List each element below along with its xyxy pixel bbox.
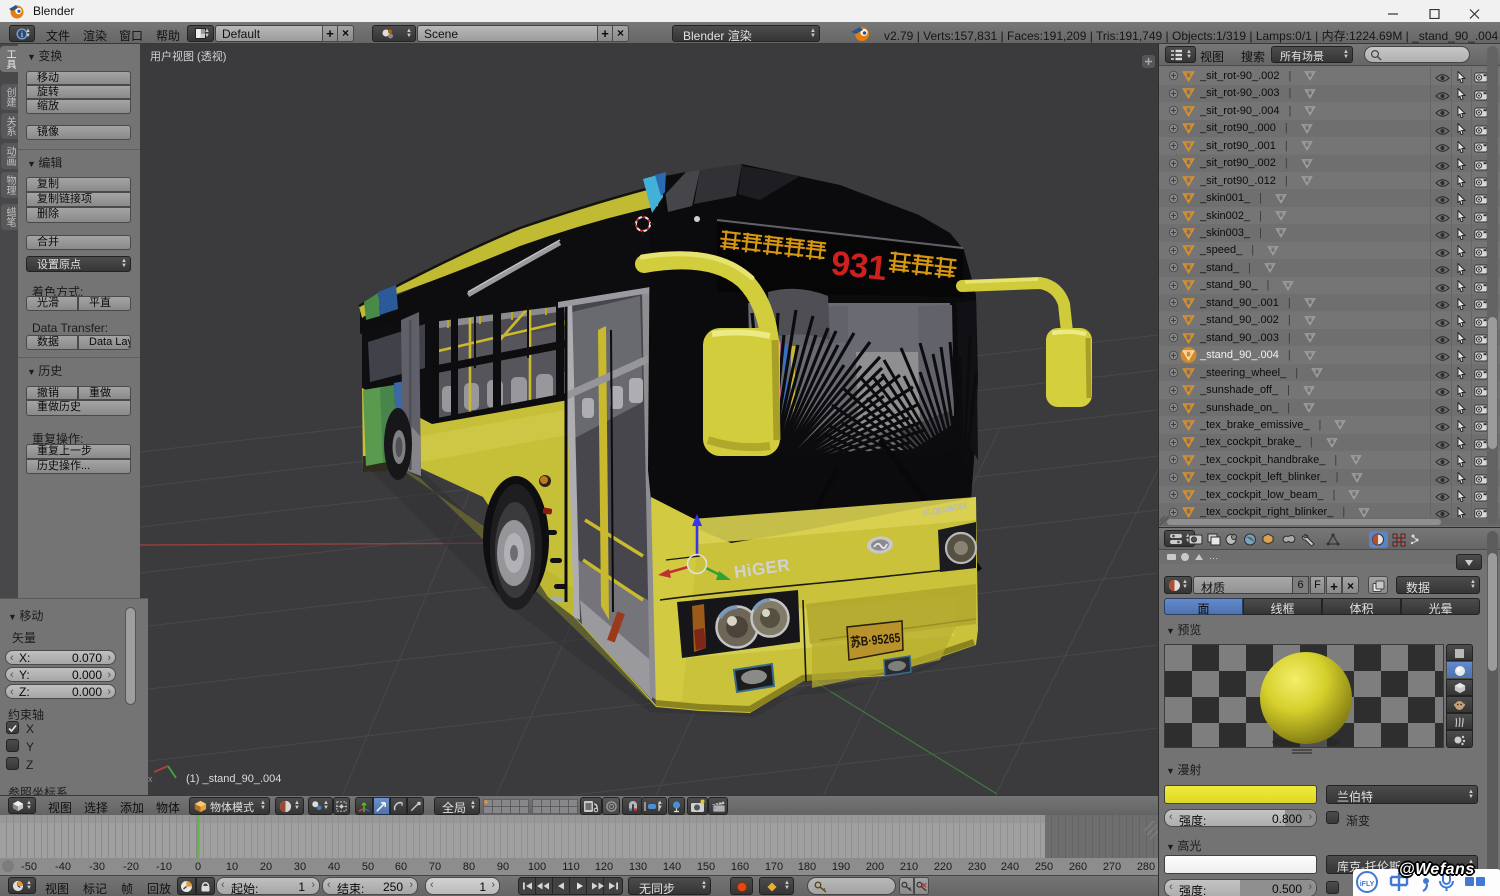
svg-text:-50: -50 — [21, 861, 37, 873]
svg-text:270: 270 — [1103, 861, 1121, 873]
svg-text:130: 130 — [629, 861, 647, 873]
svg-text:iFLY: iFLY — [1360, 881, 1375, 888]
svg-text:60: 60 — [395, 861, 407, 873]
svg-text:110: 110 — [562, 861, 580, 873]
svg-text:40: 40 — [328, 861, 340, 873]
svg-text:用户视图 (透视): 用户视图 (透视) — [150, 49, 226, 63]
svg-text:50: 50 — [362, 861, 374, 873]
svg-text:80: 80 — [463, 861, 475, 873]
svg-text:-30: -30 — [89, 861, 105, 873]
svg-text:180: 180 — [798, 861, 816, 873]
svg-text:170: 170 — [765, 861, 783, 873]
svg-text:200: 200 — [866, 861, 884, 873]
svg-text:280: 280 — [1137, 861, 1155, 873]
svg-text:0: 0 — [195, 861, 201, 873]
svg-text:(1) _stand_90_.004: (1) _stand_90_.004 — [186, 773, 281, 785]
svg-text:20: 20 — [260, 861, 272, 873]
svg-text:220: 220 — [934, 861, 952, 873]
svg-text:-20: -20 — [123, 861, 139, 873]
svg-text:190: 190 — [832, 861, 850, 873]
svg-text:150: 150 — [697, 861, 715, 873]
svg-text:-40: -40 — [55, 861, 71, 873]
svg-text:250: 250 — [1035, 861, 1053, 873]
svg-text:10: 10 — [226, 861, 238, 873]
svg-text:931: 931 — [829, 244, 888, 288]
svg-text:260: 260 — [1069, 861, 1087, 873]
svg-text:30: 30 — [294, 861, 306, 873]
svg-text:x: x — [148, 774, 153, 784]
svg-text:···: ··· — [1209, 553, 1218, 563]
svg-text:140: 140 — [663, 861, 681, 873]
svg-text:160: 160 — [731, 861, 749, 873]
svg-text:70: 70 — [429, 861, 441, 873]
svg-text:90: 90 — [497, 861, 509, 873]
svg-text:120: 120 — [595, 861, 613, 873]
svg-text:230: 230 — [968, 861, 986, 873]
svg-text:210: 210 — [900, 861, 918, 873]
svg-text:240: 240 — [1001, 861, 1019, 873]
svg-text:100: 100 — [528, 861, 546, 873]
svg-text:-10: -10 — [156, 861, 172, 873]
